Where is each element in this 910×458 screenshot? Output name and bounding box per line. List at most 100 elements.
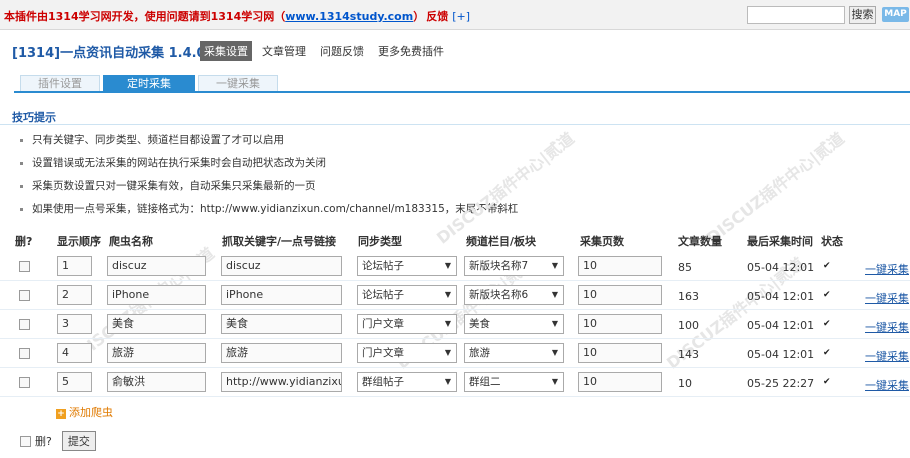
tab-scheduled-collect[interactable]: 定时采集 [103, 75, 195, 91]
name-input[interactable]: iPhone [107, 285, 206, 305]
delete-checkbox[interactable] [19, 290, 30, 301]
one-click-collect-link[interactable]: 一键采集 [865, 290, 909, 306]
nav-feedback[interactable]: 问题反馈 [316, 41, 368, 61]
order-input[interactable]: 5 [57, 372, 92, 392]
order-input[interactable]: 3 [57, 314, 92, 334]
search-input[interactable] [747, 6, 845, 24]
tab-bar: 插件设置 定时采集 一键采集 [20, 75, 278, 91]
name-input[interactable]: discuz [107, 256, 206, 276]
keyword-input[interactable]: 旅游 [221, 343, 342, 363]
tips-header: 技巧提示 [0, 106, 910, 125]
nav-article-manage[interactable]: 文章管理 [258, 41, 310, 61]
delete-checkbox[interactable] [19, 319, 30, 330]
order-input[interactable]: 4 [57, 343, 92, 363]
col-header-pages: 采集页数 [580, 235, 624, 248]
map-button[interactable]: MAP [882, 7, 909, 22]
article-count: 85 [678, 261, 692, 274]
chevron-down-icon: ▼ [444, 319, 451, 328]
channel-value: 旅游 [469, 347, 490, 359]
pages-input[interactable]: 10 [578, 314, 662, 334]
channel-select[interactable]: 新版块名称6 ▼ [464, 285, 564, 305]
chevron-down-icon: ▼ [444, 377, 451, 386]
submit-button[interactable]: 提交 [61, 431, 96, 451]
add-crawler-button[interactable]: + 添加爬虫 [56, 404, 113, 420]
chevron-down-icon: ▼ [551, 377, 558, 386]
tab-plugin-settings[interactable]: 插件设置 [20, 75, 100, 91]
delete-all-checkbox[interactable] [20, 435, 31, 447]
sync-type-select[interactable]: 论坛帖子 ▼ [357, 256, 457, 276]
sync-type-value: 论坛帖子 [362, 289, 404, 301]
one-click-collect-link[interactable]: 一键采集 [865, 348, 909, 364]
status-checkbox[interactable]: ✔ [823, 320, 832, 329]
one-click-collect-link[interactable]: 一键采集 [865, 319, 909, 335]
channel-select[interactable]: 新版块名称7 ▼ [464, 256, 564, 276]
tab-divider [14, 91, 910, 93]
status-checkbox[interactable]: ✔ [823, 291, 832, 300]
channel-select[interactable]: 群组二 ▼ [464, 372, 564, 392]
channel-select[interactable]: 旅游 ▼ [464, 343, 564, 363]
last-collect-time: 05-04 12:01 [747, 261, 815, 274]
chevron-down-icon: ▼ [551, 348, 558, 357]
last-collect-time: 05-04 12:01 [747, 319, 815, 332]
last-collect-time: 05-04 12:01 [747, 348, 815, 361]
col-header-name: 爬虫名称 [109, 235, 153, 248]
one-click-collect-link[interactable]: 一键采集 [865, 261, 909, 277]
table-row: 4 旅游 旅游 门户文章 ▼ 旅游 ▼ 10 143 05-04 12:01 ✔ 一… [0, 339, 910, 368]
chevron-down-icon: ▼ [444, 290, 451, 299]
col-header-article-count: 文章数量 [678, 235, 722, 248]
col-header-delete: 删? [15, 235, 33, 248]
pages-input[interactable]: 10 [578, 256, 662, 276]
delete-checkbox[interactable] [19, 377, 30, 388]
nav-more-plugins[interactable]: 更多免费插件 [374, 41, 448, 61]
col-header-channel: 频道栏目/板块 [466, 235, 537, 248]
tab-one-click-collect[interactable]: 一键采集 [198, 75, 278, 91]
col-header-keyword: 抓取关键字/一点号链接 [222, 235, 337, 248]
status-checkbox[interactable]: ✔ [823, 349, 832, 358]
sync-type-select[interactable]: 群组帖子 ▼ [357, 372, 457, 392]
article-count: 143 [678, 348, 699, 361]
sync-type-select[interactable]: 门户文章 ▼ [357, 314, 457, 334]
keyword-input[interactable]: 美食 [221, 314, 342, 334]
search-button[interactable]: 搜索 [849, 6, 876, 24]
keyword-input[interactable]: iPhone [221, 285, 342, 305]
name-input[interactable]: 旅游 [107, 343, 206, 363]
table-row: 5 俞敏洪 http://www.yidianzixun. 群组帖子 ▼ 群组二 ▼… [0, 368, 910, 397]
table-row: 1 discuz discuz 论坛帖子 ▼ 新版块名称7 ▼ 10 85 05-0… [0, 252, 910, 281]
status-checkbox[interactable]: ✔ [823, 378, 832, 387]
delete-checkbox[interactable] [19, 261, 30, 272]
sync-type-select[interactable]: 论坛帖子 ▼ [357, 285, 457, 305]
channel-value: 新版块名称6 [469, 289, 529, 301]
expand-link[interactable]: [+] [452, 10, 470, 23]
pages-input[interactable]: 10 [578, 372, 662, 392]
delete-checkbox[interactable] [19, 348, 30, 359]
chevron-down-icon: ▼ [444, 348, 451, 357]
status-checkbox[interactable]: ✔ [823, 262, 832, 271]
name-input[interactable]: 俞敏洪 [107, 372, 206, 392]
article-count: 163 [678, 290, 699, 303]
feedback-link[interactable]: 反馈 [426, 10, 448, 23]
keyword-input[interactable]: http://www.yidianzixun. [221, 372, 342, 392]
site-link[interactable]: www.1314study.com [285, 10, 413, 23]
chevron-down-icon: ▼ [444, 261, 451, 270]
col-header-last-time: 最后采集时间 [747, 235, 813, 248]
order-input[interactable]: 2 [57, 285, 92, 305]
sync-type-select[interactable]: 门户文章 ▼ [357, 343, 457, 363]
sync-type-value: 论坛帖子 [362, 260, 404, 272]
one-click-collect-link[interactable]: 一键采集 [865, 377, 909, 393]
notice-text: 本插件由1314学习网开发，使用问题请到1314学习网（ [4, 10, 286, 23]
name-input[interactable]: 美食 [107, 314, 206, 334]
pages-input[interactable]: 10 [578, 285, 662, 305]
last-collect-time: 05-25 22:27 [747, 377, 815, 390]
developer-notice: 本插件由1314学习网开发，使用问题请到1314学习网（www.1314stud… [4, 8, 470, 24]
nav-collect-settings[interactable]: 采集设置 [200, 41, 252, 61]
channel-select[interactable]: 美食 ▼ [464, 314, 564, 334]
order-input[interactable]: 1 [57, 256, 92, 276]
keyword-input[interactable]: discuz [221, 256, 342, 276]
add-crawler-label: 添加爬虫 [69, 406, 113, 419]
channel-value: 新版块名称7 [469, 260, 529, 272]
col-header-status: 状态 [821, 235, 843, 248]
pages-input[interactable]: 10 [578, 343, 662, 363]
plugin-title: [1314]一点资讯自动采集 1.4.0 [12, 46, 206, 61]
tips-title: 技巧提示 [12, 111, 56, 124]
plus-icon: + [56, 409, 66, 419]
